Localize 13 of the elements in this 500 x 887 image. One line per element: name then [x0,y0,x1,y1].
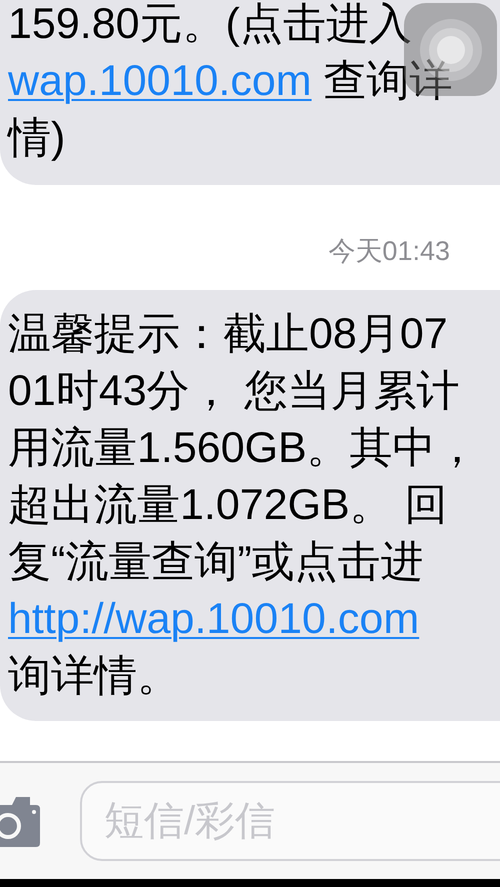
message-text: 超出流量1.072GB。 回 [8,480,448,528]
timestamp: 今天01:43 [328,235,450,268]
message-text: 温馨提示：截止08月07 [8,310,448,358]
message-text: 询详情。 [8,652,180,700]
message-text: 159.80元。(点击进入 [8,0,412,48]
message-text: 情) [8,114,66,162]
message-text: 查询详 [322,57,453,105]
camera-icon[interactable] [0,795,40,847]
message-link[interactable]: http://wap.10010.com [8,594,420,642]
message-text: 复“流量查询”或点击进 [8,538,424,586]
message-text: 用流量1.560GB。其中， [8,424,479,472]
message-link[interactable]: wap.10010.com [8,57,312,105]
message-text: 01时43分， 您当月累计 [8,366,460,414]
